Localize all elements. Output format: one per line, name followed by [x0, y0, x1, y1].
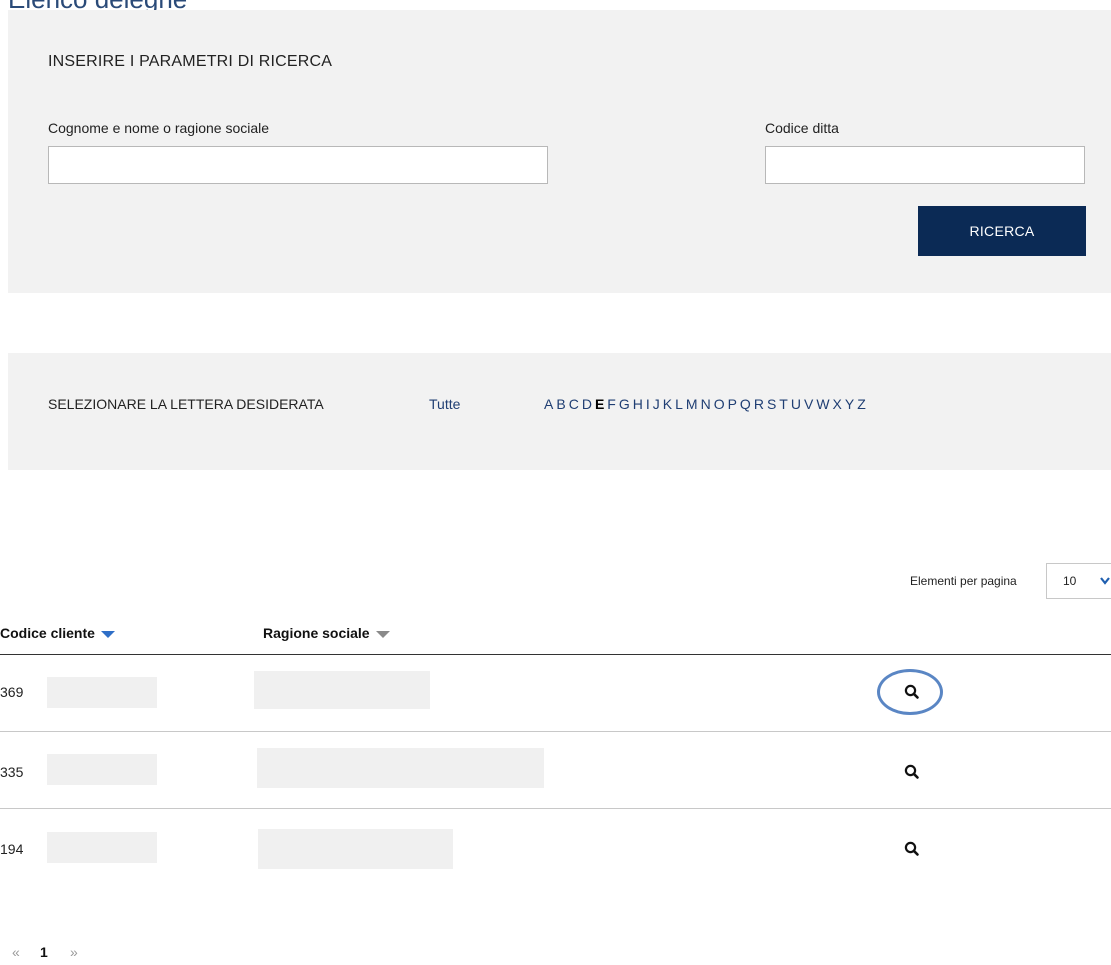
letter-g[interactable]: G — [619, 396, 630, 412]
pagination-current-page[interactable]: 1 — [40, 944, 48, 960]
table-header-divider — [0, 654, 1111, 655]
letter-u[interactable]: U — [791, 396, 801, 412]
letter-filter-label: SELEZIONARE LA LETTERA DESIDERATA — [48, 396, 324, 412]
letter-t[interactable]: T — [779, 396, 788, 412]
column-header-label: Ragione sociale — [263, 625, 370, 641]
letter-m[interactable]: M — [686, 396, 698, 412]
search-panel: INSERIRE I PARAMETRI DI RICERCA Cognome … — [8, 10, 1111, 293]
letter-c[interactable]: C — [569, 396, 579, 412]
redacted-name-block — [257, 748, 544, 788]
table-row-code: 369 — [0, 684, 24, 700]
sort-icon — [375, 630, 390, 638]
redacted-code-block — [47, 754, 157, 785]
table-row-code: 335 — [0, 764, 24, 780]
company-code-label: Codice ditta — [765, 120, 839, 136]
letter-q[interactable]: Q — [740, 396, 751, 412]
chevron-down-icon — [1099, 564, 1111, 611]
letter-filter-panel: SELEZIONARE LA LETTERA DESIDERATA Tutte … — [8, 353, 1111, 470]
letter-f[interactable]: F — [607, 396, 616, 412]
highlight-ring — [877, 669, 943, 715]
table-row-code: 194 — [0, 841, 24, 857]
letter-l[interactable]: L — [675, 396, 683, 412]
letter-o[interactable]: O — [714, 396, 725, 412]
letter-i[interactable]: I — [646, 396, 650, 412]
letter-j[interactable]: J — [653, 396, 660, 412]
letter-p[interactable]: P — [728, 396, 737, 412]
name-search-input[interactable] — [48, 146, 548, 184]
letter-a[interactable]: A — [544, 396, 553, 412]
column-header-ragione-sociale[interactable]: Ragione sociale — [263, 625, 390, 641]
letter-b[interactable]: B — [556, 396, 565, 412]
pagination-next[interactable]: » — [70, 944, 78, 960]
column-header-codice-cliente[interactable]: Codice cliente — [0, 625, 115, 641]
company-code-input[interactable] — [765, 146, 1085, 184]
row-divider — [0, 808, 1111, 809]
letter-x[interactable]: X — [833, 396, 842, 412]
sort-desc-icon — [100, 630, 115, 638]
redacted-code-block — [47, 677, 157, 708]
redacted-name-block — [254, 671, 430, 709]
letter-z[interactable]: Z — [857, 396, 866, 412]
letter-n[interactable]: N — [701, 396, 711, 412]
letter-h[interactable]: H — [633, 396, 643, 412]
page-size-value: 10 — [1063, 574, 1077, 588]
all-letters-link[interactable]: Tutte — [429, 396, 460, 412]
search-heading: INSERIRE I PARAMETRI DI RICERCA — [48, 53, 333, 70]
redacted-name-block — [258, 829, 453, 869]
page-size-select[interactable]: 10 — [1046, 563, 1111, 599]
row-divider — [0, 731, 1111, 732]
pagination-prev[interactable]: « — [12, 944, 20, 960]
letter-y[interactable]: Y — [845, 396, 854, 412]
name-field-label: Cognome e nome o ragione sociale — [48, 120, 270, 136]
letter-s[interactable]: S — [767, 396, 776, 412]
letter-v[interactable]: V — [804, 396, 813, 412]
search-button[interactable]: RICERCA — [918, 206, 1086, 256]
letter-r[interactable]: R — [754, 396, 764, 412]
letter-list: ABCDEFGHIJKLMNOPQRSTUVWXYZ — [544, 396, 866, 412]
page-size-label: Elementi per pagina — [910, 574, 1017, 588]
search-icon[interactable] — [903, 840, 921, 858]
search-icon[interactable] — [903, 763, 921, 781]
letter-d[interactable]: D — [582, 396, 592, 412]
letter-k[interactable]: K — [663, 396, 672, 412]
page: Elenco deleghe INSERIRE I PARAMETRI DI R… — [0, 0, 1111, 965]
column-header-label: Codice cliente — [0, 625, 95, 641]
redacted-code-block — [47, 832, 157, 863]
letter-w[interactable]: W — [816, 396, 829, 412]
letter-e[interactable]: E — [595, 396, 604, 412]
